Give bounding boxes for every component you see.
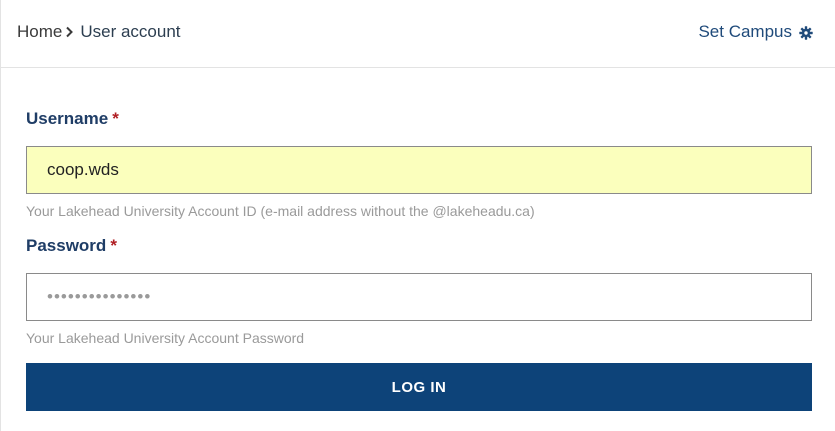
top-bar: Home User account Set Campus xyxy=(0,0,835,68)
set-campus-link[interactable]: Set Campus xyxy=(698,22,813,42)
username-label: Username * xyxy=(26,109,119,129)
username-label-text: Username xyxy=(26,109,109,128)
password-label: Password * xyxy=(26,236,117,256)
password-field[interactable] xyxy=(26,273,812,321)
required-marker: * xyxy=(112,109,119,128)
breadcrumb-current: User account xyxy=(80,22,181,41)
breadcrumb: Home User account xyxy=(17,22,181,42)
password-help-text: Your Lakehead University Account Passwor… xyxy=(26,330,305,346)
set-campus-label: Set Campus xyxy=(698,22,792,41)
chevron-right-icon xyxy=(64,26,78,38)
username-field[interactable] xyxy=(26,146,812,194)
username-help-text: Your Lakehead University Account ID (e-m… xyxy=(26,203,535,219)
password-label-text: Password xyxy=(26,236,107,255)
required-marker: * xyxy=(110,236,117,255)
gear-icon xyxy=(799,25,813,40)
login-button[interactable]: LOG IN xyxy=(26,363,812,411)
breadcrumb-home-link[interactable]: Home xyxy=(17,22,62,42)
login-form: Username* Your Lakehead University Accou… xyxy=(0,68,835,431)
